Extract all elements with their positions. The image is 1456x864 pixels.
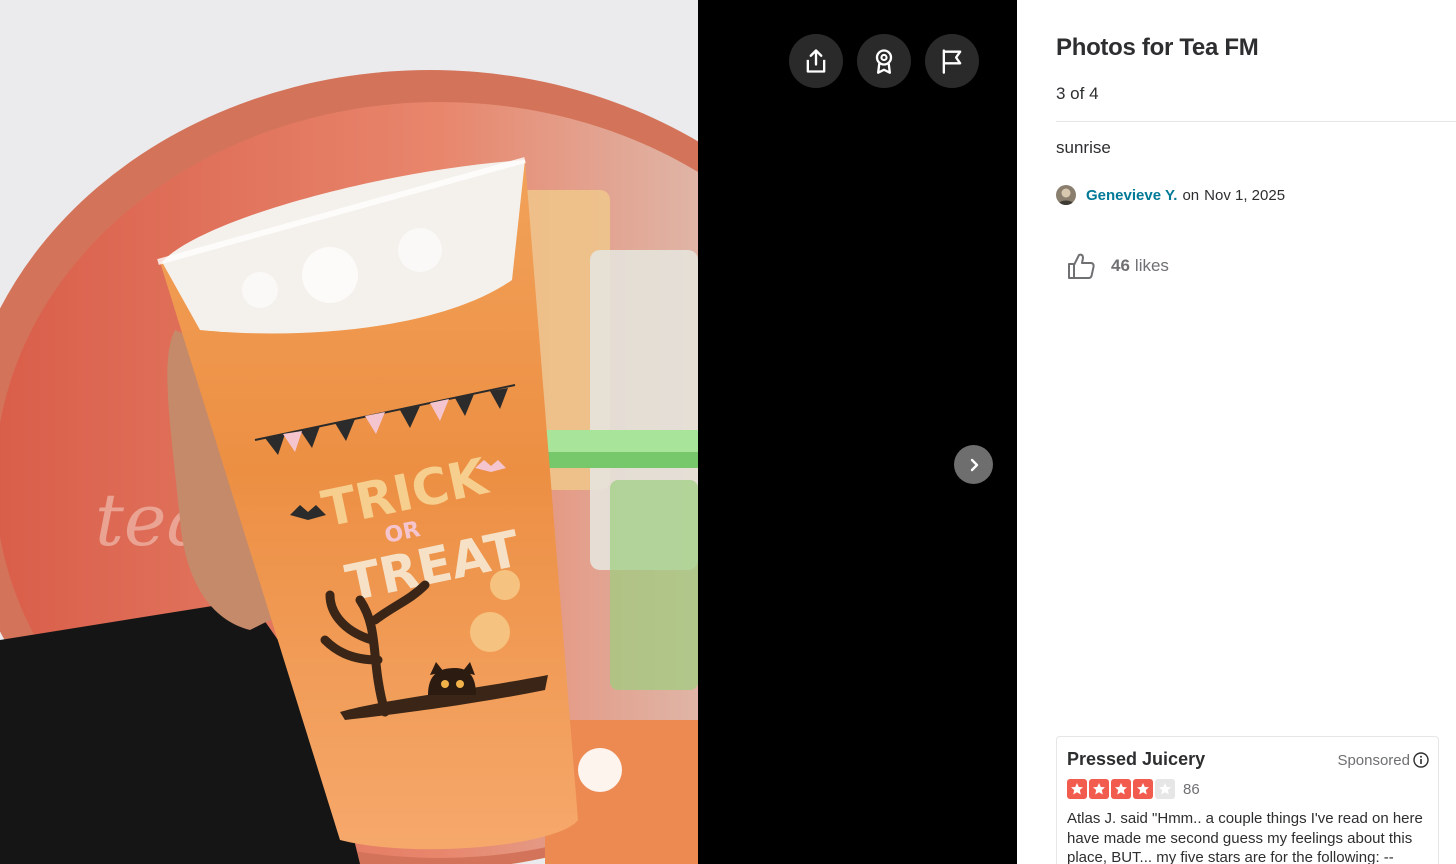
like-count: 46	[1111, 256, 1130, 275]
star-icon	[1111, 779, 1131, 799]
sponsored-business-card[interactable]: Pressed Juicery Sponsored 86 Atlas J. sa…	[1056, 736, 1439, 864]
star-icon	[1155, 779, 1175, 799]
photo-details-sidebar: Photos for Tea FM 3 of 4 sunrise Genevie…	[1017, 0, 1456, 864]
photo-caption: sunrise	[1056, 138, 1111, 157]
photo-byline: Genevieve Y. on Nov 1, 2025	[1056, 185, 1285, 205]
share-icon	[806, 49, 826, 73]
review-count: 86	[1183, 780, 1200, 798]
main-photo[interactable]: tea TRICK OR TREAT	[0, 0, 698, 864]
page-title: Photos for Tea FM	[1056, 34, 1259, 61]
info-icon[interactable]	[1413, 752, 1429, 768]
photo-counter: 3 of 4	[1056, 84, 1099, 103]
divider	[1056, 121, 1456, 122]
next-photo-button[interactable]	[954, 445, 993, 484]
share-button[interactable]	[789, 34, 843, 88]
ad-business-name[interactable]: Pressed Juicery	[1067, 749, 1205, 770]
photo-viewer: tea TRICK OR TREAT	[0, 0, 1017, 864]
review-snippet: Atlas J. said "Hmm.. a couple things I'v…	[1067, 810, 1423, 864]
like-button[interactable]: 46 likes	[1065, 250, 1169, 282]
author-link[interactable]: Genevieve Y.	[1086, 187, 1177, 204]
avatar[interactable]	[1056, 185, 1076, 205]
star-icon	[1067, 779, 1087, 799]
star-icon	[1133, 779, 1153, 799]
byline-on-text: on	[1182, 186, 1200, 204]
photo-date: Nov 1, 2025	[1204, 186, 1286, 204]
like-label: likes	[1134, 256, 1169, 275]
star-icon	[1089, 779, 1109, 799]
sponsored-label: Sponsored	[1337, 752, 1410, 769]
report-button[interactable]	[925, 34, 979, 88]
thumbs-up-icon	[1068, 253, 1095, 279]
compliment-button[interactable]	[857, 34, 911, 88]
award-ribbon-icon	[875, 49, 893, 74]
star-rating: 86	[1067, 779, 1200, 799]
flag-icon	[942, 49, 962, 74]
chevron-right-icon	[970, 458, 978, 471]
